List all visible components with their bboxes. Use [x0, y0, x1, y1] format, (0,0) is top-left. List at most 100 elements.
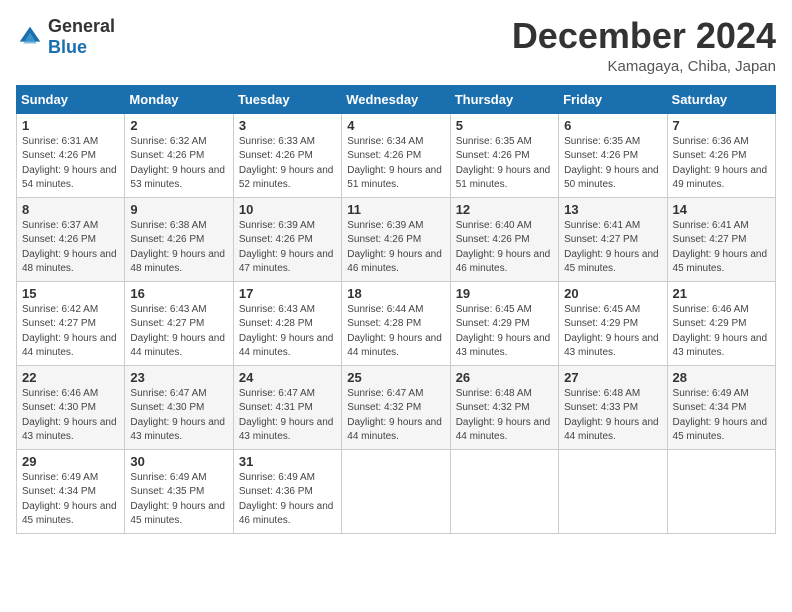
calendar-cell: 8 Sunrise: 6:37 AMSunset: 4:26 PMDayligh… [17, 197, 125, 281]
calendar-cell: 13 Sunrise: 6:41 AMSunset: 4:27 PMDaylig… [559, 197, 667, 281]
day-number: 20 [564, 286, 661, 301]
day-info: Sunrise: 6:33 AMSunset: 4:26 PMDaylight:… [239, 136, 334, 191]
calendar-cell: 3 Sunrise: 6:33 AMSunset: 4:26 PMDayligh… [233, 113, 341, 197]
day-info: Sunrise: 6:47 AMSunset: 4:30 PMDaylight:… [130, 388, 225, 443]
location-subtitle: Kamagaya, Chiba, Japan [512, 58, 776, 75]
day-info: Sunrise: 6:43 AMSunset: 4:27 PMDaylight:… [130, 304, 225, 359]
day-number: 25 [347, 370, 444, 385]
header-tuesday: Tuesday [233, 85, 341, 113]
day-number: 16 [130, 286, 227, 301]
calendar-week-5: 29 Sunrise: 6:49 AMSunset: 4:34 PMDaylig… [17, 449, 776, 533]
day-number: 6 [564, 118, 661, 133]
day-info: Sunrise: 6:49 AMSunset: 4:34 PMDaylight:… [22, 472, 117, 527]
day-number: 23 [130, 370, 227, 385]
calendar-cell: 18 Sunrise: 6:44 AMSunset: 4:28 PMDaylig… [342, 281, 450, 365]
day-number: 31 [239, 454, 336, 469]
day-info: Sunrise: 6:38 AMSunset: 4:26 PMDaylight:… [130, 220, 225, 275]
header-thursday: Thursday [450, 85, 558, 113]
calendar-cell [559, 449, 667, 533]
calendar-cell: 28 Sunrise: 6:49 AMSunset: 4:34 PMDaylig… [667, 365, 775, 449]
day-info: Sunrise: 6:48 AMSunset: 4:33 PMDaylight:… [564, 388, 659, 443]
calendar-table: SundayMondayTuesdayWednesdayThursdayFrid… [16, 85, 776, 534]
day-number: 26 [456, 370, 553, 385]
calendar-cell: 22 Sunrise: 6:46 AMSunset: 4:30 PMDaylig… [17, 365, 125, 449]
day-info: Sunrise: 6:41 AMSunset: 4:27 PMDaylight:… [564, 220, 659, 275]
calendar-cell: 23 Sunrise: 6:47 AMSunset: 4:30 PMDaylig… [125, 365, 233, 449]
calendar-cell: 30 Sunrise: 6:49 AMSunset: 4:35 PMDaylig… [125, 449, 233, 533]
calendar-cell: 14 Sunrise: 6:41 AMSunset: 4:27 PMDaylig… [667, 197, 775, 281]
day-number: 10 [239, 202, 336, 217]
day-number: 13 [564, 202, 661, 217]
day-info: Sunrise: 6:35 AMSunset: 4:26 PMDaylight:… [456, 136, 551, 191]
day-number: 21 [673, 286, 770, 301]
day-info: Sunrise: 6:49 AMSunset: 4:35 PMDaylight:… [130, 472, 225, 527]
logo: General Blue [16, 16, 115, 58]
day-info: Sunrise: 6:45 AMSunset: 4:29 PMDaylight:… [564, 304, 659, 359]
logo-text-general: General [48, 16, 115, 36]
day-info: Sunrise: 6:36 AMSunset: 4:26 PMDaylight:… [673, 136, 768, 191]
header-row: SundayMondayTuesdayWednesdayThursdayFrid… [17, 85, 776, 113]
header-friday: Friday [559, 85, 667, 113]
calendar-cell: 2 Sunrise: 6:32 AMSunset: 4:26 PMDayligh… [125, 113, 233, 197]
day-number: 22 [22, 370, 119, 385]
day-info: Sunrise: 6:39 AMSunset: 4:26 PMDaylight:… [347, 220, 442, 275]
calendar-cell: 1 Sunrise: 6:31 AMSunset: 4:26 PMDayligh… [17, 113, 125, 197]
day-info: Sunrise: 6:42 AMSunset: 4:27 PMDaylight:… [22, 304, 117, 359]
day-number: 9 [130, 202, 227, 217]
day-info: Sunrise: 6:41 AMSunset: 4:27 PMDaylight:… [673, 220, 768, 275]
day-info: Sunrise: 6:40 AMSunset: 4:26 PMDaylight:… [456, 220, 551, 275]
day-number: 30 [130, 454, 227, 469]
calendar-cell: 15 Sunrise: 6:42 AMSunset: 4:27 PMDaylig… [17, 281, 125, 365]
calendar-week-2: 8 Sunrise: 6:37 AMSunset: 4:26 PMDayligh… [17, 197, 776, 281]
header-sunday: Sunday [17, 85, 125, 113]
day-number: 15 [22, 286, 119, 301]
calendar-cell [342, 449, 450, 533]
calendar-cell: 12 Sunrise: 6:40 AMSunset: 4:26 PMDaylig… [450, 197, 558, 281]
calendar-week-3: 15 Sunrise: 6:42 AMSunset: 4:27 PMDaylig… [17, 281, 776, 365]
calendar-week-1: 1 Sunrise: 6:31 AMSunset: 4:26 PMDayligh… [17, 113, 776, 197]
calendar-cell: 31 Sunrise: 6:49 AMSunset: 4:36 PMDaylig… [233, 449, 341, 533]
calendar-cell: 10 Sunrise: 6:39 AMSunset: 4:26 PMDaylig… [233, 197, 341, 281]
day-number: 2 [130, 118, 227, 133]
day-info: Sunrise: 6:46 AMSunset: 4:30 PMDaylight:… [22, 388, 117, 443]
day-info: Sunrise: 6:46 AMSunset: 4:29 PMDaylight:… [673, 304, 768, 359]
calendar-cell: 24 Sunrise: 6:47 AMSunset: 4:31 PMDaylig… [233, 365, 341, 449]
day-info: Sunrise: 6:37 AMSunset: 4:26 PMDaylight:… [22, 220, 117, 275]
calendar-cell: 20 Sunrise: 6:45 AMSunset: 4:29 PMDaylig… [559, 281, 667, 365]
calendar-cell: 6 Sunrise: 6:35 AMSunset: 4:26 PMDayligh… [559, 113, 667, 197]
page-header: General Blue December 2024 Kamagaya, Chi… [16, 16, 776, 75]
day-info: Sunrise: 6:32 AMSunset: 4:26 PMDaylight:… [130, 136, 225, 191]
header-saturday: Saturday [667, 85, 775, 113]
day-number: 24 [239, 370, 336, 385]
day-number: 18 [347, 286, 444, 301]
month-title: December 2024 [512, 16, 776, 56]
calendar-cell: 19 Sunrise: 6:45 AMSunset: 4:29 PMDaylig… [450, 281, 558, 365]
title-area: December 2024 Kamagaya, Chiba, Japan [512, 16, 776, 75]
calendar-cell: 27 Sunrise: 6:48 AMSunset: 4:33 PMDaylig… [559, 365, 667, 449]
day-number: 28 [673, 370, 770, 385]
day-info: Sunrise: 6:45 AMSunset: 4:29 PMDaylight:… [456, 304, 551, 359]
day-number: 8 [22, 202, 119, 217]
day-number: 7 [673, 118, 770, 133]
day-info: Sunrise: 6:35 AMSunset: 4:26 PMDaylight:… [564, 136, 659, 191]
day-number: 5 [456, 118, 553, 133]
calendar-week-4: 22 Sunrise: 6:46 AMSunset: 4:30 PMDaylig… [17, 365, 776, 449]
day-number: 27 [564, 370, 661, 385]
day-number: 12 [456, 202, 553, 217]
day-info: Sunrise: 6:47 AMSunset: 4:31 PMDaylight:… [239, 388, 334, 443]
day-number: 17 [239, 286, 336, 301]
day-info: Sunrise: 6:34 AMSunset: 4:26 PMDaylight:… [347, 136, 442, 191]
day-info: Sunrise: 6:47 AMSunset: 4:32 PMDaylight:… [347, 388, 442, 443]
header-wednesday: Wednesday [342, 85, 450, 113]
day-number: 3 [239, 118, 336, 133]
calendar-cell: 29 Sunrise: 6:49 AMSunset: 4:34 PMDaylig… [17, 449, 125, 533]
day-info: Sunrise: 6:39 AMSunset: 4:26 PMDaylight:… [239, 220, 334, 275]
calendar-cell [450, 449, 558, 533]
calendar-cell: 25 Sunrise: 6:47 AMSunset: 4:32 PMDaylig… [342, 365, 450, 449]
day-number: 19 [456, 286, 553, 301]
calendar-cell: 5 Sunrise: 6:35 AMSunset: 4:26 PMDayligh… [450, 113, 558, 197]
calendar-cell: 7 Sunrise: 6:36 AMSunset: 4:26 PMDayligh… [667, 113, 775, 197]
day-number: 29 [22, 454, 119, 469]
day-number: 1 [22, 118, 119, 133]
day-info: Sunrise: 6:43 AMSunset: 4:28 PMDaylight:… [239, 304, 334, 359]
